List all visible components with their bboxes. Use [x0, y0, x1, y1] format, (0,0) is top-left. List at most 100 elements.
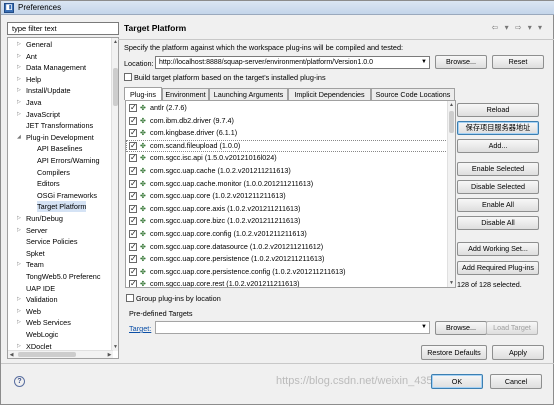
- collapsed-triangle-icon[interactable]: ▷: [17, 39, 21, 50]
- plugin-row[interactable]: ✤ com.sgcc.uap.cache (1.0.2.v201211211613…: [126, 165, 448, 178]
- tab-implicit-dependencies[interactable]: Implicit Dependencies: [288, 88, 371, 100]
- tree-item[interactable]: Compilers: [37, 167, 70, 178]
- collapsed-triangle-icon[interactable]: ▷: [17, 225, 21, 236]
- plugin-row[interactable]: ✤ com.sgcc.uap.core.persistence (1.0.2.v2…: [126, 253, 448, 266]
- collapsed-triangle-icon[interactable]: ▷: [17, 51, 21, 62]
- title-bar[interactable]: ◧ Preferences: [1, 1, 554, 15]
- plugin-row[interactable]: ✤ com.sgcc.uap.core (1.0.2.v201211211613): [126, 190, 448, 203]
- tree-item[interactable]: JET Transformations: [26, 120, 93, 131]
- collapsed-triangle-icon[interactable]: ▷: [17, 74, 21, 85]
- tree-item[interactable]: Java: [26, 97, 41, 108]
- plugin-list[interactable]: ✤ antlr (2.7.6) ✤ com.ibm.db2.driver (9.7.4…: [125, 100, 456, 288]
- help-icon[interactable]: ?: [14, 376, 25, 387]
- tree-item[interactable]: UAP IDE: [26, 283, 55, 294]
- plugin-row[interactable]: ✤ com.sgcc.uap.core.bizc (1.0.2.v20121121…: [126, 215, 448, 228]
- build-target-checkbox[interactable]: [124, 73, 132, 81]
- collapsed-triangle-icon[interactable]: ▷: [17, 109, 21, 120]
- plugin-row[interactable]: ✤ com.kingbase.driver (6.1.1): [126, 127, 448, 140]
- collapsed-triangle-icon[interactable]: ▷: [17, 62, 21, 73]
- tree-item[interactable]: Validation: [26, 294, 58, 305]
- tab-environment[interactable]: Environment: [162, 88, 209, 100]
- disable-selected-button[interactable]: Disable Selected: [457, 180, 539, 194]
- collapsed-triangle-icon[interactable]: ▷: [17, 294, 21, 305]
- target-combo[interactable]: ▼: [155, 321, 430, 334]
- plugin-checkbox[interactable]: [129, 266, 137, 278]
- plugin-list-scrollbar[interactable]: ▲ ▼: [447, 101, 455, 287]
- reload-button[interactable]: Reload: [457, 103, 539, 117]
- collapsed-triangle-icon[interactable]: ▷: [17, 213, 21, 224]
- plugin-checkbox[interactable]: [129, 140, 137, 152]
- add-working-set-button[interactable]: Add Working Set...: [457, 242, 539, 256]
- dropdown-arrow-icon[interactable]: ▼: [421, 322, 427, 333]
- plugin-row[interactable]: ✤ antlr (2.7.6): [126, 102, 448, 115]
- preferences-tree[interactable]: General ▷ Ant ▷ Data Management ▷ Help ▷ Install…: [7, 37, 119, 359]
- tree-vertical-scrollbar[interactable]: ▲ ▼: [111, 38, 118, 351]
- location-combo[interactable]: http://localhost:8888/squap-server/envir…: [155, 56, 430, 69]
- collapsed-triangle-icon[interactable]: ▷: [17, 85, 21, 96]
- plugin-row[interactable]: ✤ com.sgcc.uap.core.axis (1.0.2.v20121121…: [126, 203, 448, 215]
- scroll-up-icon[interactable]: ▲: [448, 101, 455, 109]
- plugin-checkbox[interactable]: [129, 241, 137, 253]
- collapsed-triangle-icon[interactable]: ▷: [17, 306, 21, 317]
- plugin-checkbox[interactable]: [129, 253, 137, 266]
- expanded-triangle-icon[interactable]: ◢: [17, 132, 21, 143]
- save-server-address-button[interactable]: 保存项目服务器地址: [457, 121, 539, 135]
- tree-item[interactable]: Help: [26, 74, 41, 85]
- tree-item[interactable]: TongWeb5.0 Preferenc: [26, 271, 101, 282]
- browse-target-button[interactable]: Browse...: [435, 321, 487, 335]
- tree-horizontal-scrollbar[interactable]: ◀ ▶: [8, 350, 113, 358]
- plugin-row[interactable]: ✤ com.sgcc.uap.core.config (1.0.2.v201211…: [126, 228, 448, 241]
- scroll-down-icon[interactable]: ▼: [448, 279, 455, 287]
- collapsed-triangle-icon[interactable]: ▷: [17, 97, 21, 108]
- dropdown-arrow-icon[interactable]: ▼: [421, 57, 427, 68]
- restore-defaults-button[interactable]: Restore Defaults: [421, 345, 487, 360]
- tab-plug-ins[interactable]: Plug-ins: [124, 87, 162, 100]
- plugin-row[interactable]: ✤ com.sgcc.isc.api (1.5.0.v20121016l024): [126, 152, 448, 165]
- filter-input[interactable]: [7, 22, 119, 35]
- page-navigation-icons[interactable]: ⇦ ▾ ⇨ ▾ ▾: [492, 23, 544, 32]
- browse-location-button[interactable]: Browse...: [435, 55, 487, 69]
- tree-item[interactable]: General: [26, 39, 52, 50]
- scroll-right-icon[interactable]: ▶: [106, 351, 113, 358]
- tab-launching-arguments[interactable]: Launching Arguments: [209, 88, 288, 100]
- tree-item[interactable]: Plug-in Development: [26, 132, 94, 143]
- tree-item[interactable]: Spket: [26, 248, 45, 259]
- tree-item[interactable]: API Errors/Warning: [37, 155, 100, 166]
- plugin-checkbox[interactable]: [129, 152, 137, 165]
- plugin-checkbox[interactable]: [129, 203, 137, 215]
- plugin-row[interactable]: ✤ com.sgcc.uap.core.persistence.config (1…: [126, 266, 448, 278]
- tree-item[interactable]: Data Management: [26, 62, 86, 73]
- tree-item[interactable]: OSGi Frameworks: [37, 190, 97, 201]
- plugin-checkbox[interactable]: [129, 278, 137, 287]
- add-required-plugins-button[interactable]: Add Required Plug-ins: [457, 261, 539, 275]
- plugin-checkbox[interactable]: [129, 165, 137, 178]
- plugin-checkbox[interactable]: [129, 178, 137, 190]
- plugin-checkbox[interactable]: [129, 215, 137, 228]
- tree-item[interactable]: Target Platform: [37, 201, 87, 213]
- tree-item[interactable]: Web Services: [26, 317, 71, 328]
- tree-item[interactable]: Team: [26, 259, 44, 270]
- plugin-row[interactable]: ✤ com.ibm.db2.driver (9.7.4): [126, 115, 448, 127]
- plugin-list-scroll-thumb[interactable]: [449, 111, 454, 133]
- tree-item[interactable]: Server: [26, 225, 48, 236]
- tree-item[interactable]: Web: [26, 306, 41, 317]
- target-link[interactable]: Target:: [129, 324, 151, 333]
- cancel-button[interactable]: Cancel: [490, 374, 542, 389]
- plugin-checkbox[interactable]: [129, 115, 137, 127]
- tree-item[interactable]: Service Policies: [26, 236, 78, 247]
- plugin-row[interactable]: ✤ com.sgcc.uap.core.rest (1.0.2.v20121121…: [126, 278, 448, 287]
- reset-button[interactable]: Reset: [492, 55, 544, 69]
- plugin-row[interactable]: ✤ com.sgcc.uap.core.datasource (1.0.2.v20…: [126, 241, 448, 253]
- load-target-button[interactable]: Load Target: [486, 321, 538, 335]
- group-by-location-checkbox[interactable]: [126, 294, 134, 302]
- collapsed-triangle-icon[interactable]: ▷: [17, 259, 21, 270]
- plugin-checkbox[interactable]: [129, 102, 137, 115]
- tree-item[interactable]: Ant: [26, 51, 37, 62]
- tree-item[interactable]: JavaScript: [26, 109, 60, 120]
- tab-source-code-locations[interactable]: Source Code Locations: [371, 88, 455, 100]
- plugin-checkbox[interactable]: [129, 190, 137, 203]
- tree-item[interactable]: WebLogic: [26, 329, 58, 340]
- add-button[interactable]: Add...: [457, 139, 539, 153]
- tree-item[interactable]: API Baselines: [37, 143, 82, 154]
- plugin-checkbox[interactable]: [129, 228, 137, 241]
